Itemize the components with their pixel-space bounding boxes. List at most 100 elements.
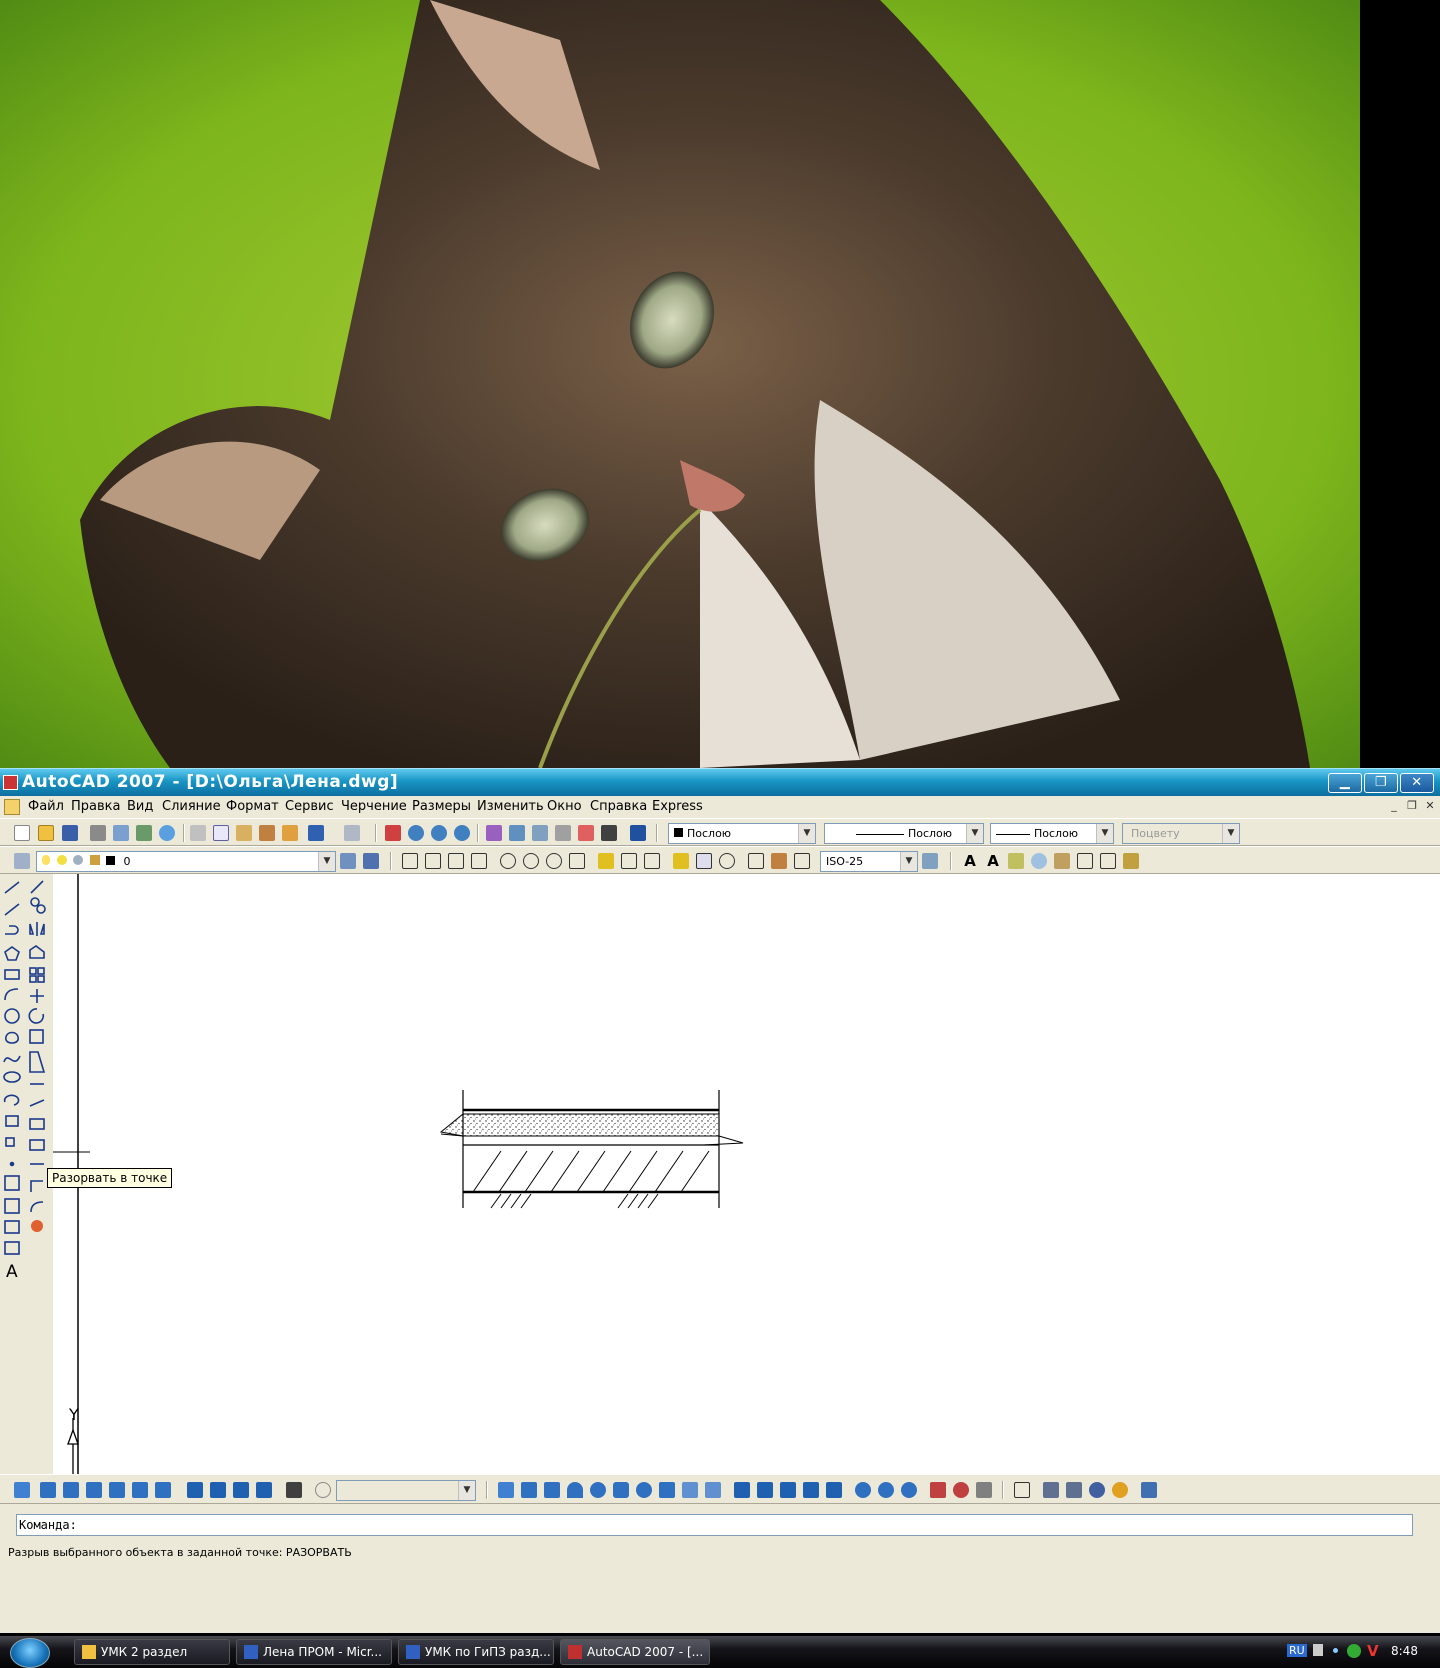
top-view-icon[interactable] bbox=[40, 1482, 56, 1498]
section-drawing[interactable] bbox=[439, 1090, 744, 1209]
task-autocad[interactable]: AutoCAD 2007 - [... bbox=[560, 1639, 710, 1665]
task-umk-gipz[interactable]: УМК по ГиПЗ разд... bbox=[398, 1639, 554, 1665]
block-editor-icon[interactable] bbox=[282, 825, 298, 841]
properties-icon[interactable] bbox=[486, 825, 502, 841]
quick-leader-icon[interactable] bbox=[673, 853, 689, 869]
zoom-window-icon[interactable] bbox=[431, 825, 447, 841]
union-icon[interactable] bbox=[855, 1482, 871, 1498]
color-select[interactable]: Послою ▼ bbox=[668, 823, 816, 844]
dimstyle-select[interactable]: ISO-25 ▼ bbox=[820, 851, 918, 872]
close-button[interactable]: ✕ bbox=[1400, 773, 1434, 793]
plot-icon[interactable] bbox=[90, 825, 106, 841]
layer-previous-icon[interactable] bbox=[363, 853, 379, 869]
menu-file[interactable]: Файл bbox=[28, 796, 64, 818]
conceptual-icon[interactable] bbox=[1112, 1482, 1128, 1498]
aligned-dimension-icon[interactable] bbox=[425, 853, 441, 869]
edit-text-icon[interactable] bbox=[1008, 853, 1024, 869]
antivirus-icon[interactable] bbox=[1347, 1644, 1361, 1658]
text-style-icon[interactable] bbox=[1054, 853, 1070, 869]
cylinder-icon[interactable] bbox=[613, 1482, 629, 1498]
sweep-icon[interactable] bbox=[780, 1482, 796, 1498]
ucs-icon-button[interactable] bbox=[1014, 1482, 1030, 1498]
new-icon[interactable] bbox=[14, 825, 30, 841]
clock[interactable]: 8:48 bbox=[1391, 1644, 1418, 1658]
left-view-icon[interactable] bbox=[86, 1482, 102, 1498]
zoom-previous-icon[interactable] bbox=[454, 825, 470, 841]
network-icon[interactable] bbox=[1313, 1644, 1323, 1656]
menu-window[interactable]: Окно bbox=[547, 796, 582, 818]
sphere-icon[interactable] bbox=[590, 1482, 606, 1498]
task-lena-word[interactable]: Лена ПРОМ - Micr... bbox=[236, 1639, 392, 1665]
document-icon[interactable] bbox=[4, 799, 20, 815]
match-properties-icon[interactable] bbox=[259, 825, 275, 841]
planar-surface-icon[interactable] bbox=[705, 1482, 721, 1498]
intersect-icon[interactable] bbox=[901, 1482, 917, 1498]
single-line-text-icon[interactable]: A bbox=[985, 853, 1001, 869]
minimize-button[interactable]: ▁ bbox=[1328, 773, 1362, 793]
redo-icon[interactable] bbox=[344, 825, 360, 841]
copy-icon[interactable] bbox=[213, 825, 229, 841]
lineweight-select[interactable]: Послою ▼ bbox=[990, 823, 1114, 844]
box-icon[interactable] bbox=[521, 1482, 537, 1498]
scale-text-icon[interactable] bbox=[1077, 853, 1093, 869]
etransmit-icon[interactable] bbox=[159, 825, 175, 841]
presspull-icon[interactable] bbox=[757, 1482, 773, 1498]
tray-dot-icon[interactable] bbox=[1333, 1648, 1338, 1653]
dimension-edit-icon[interactable] bbox=[748, 853, 764, 869]
doc-close-icon[interactable]: ✕ bbox=[1422, 799, 1438, 814]
3d-move-icon[interactable] bbox=[930, 1482, 946, 1498]
justify-text-icon[interactable] bbox=[1100, 853, 1116, 869]
make-current-layer-icon[interactable] bbox=[340, 853, 356, 869]
dimension-style-icon[interactable] bbox=[922, 853, 938, 869]
torus-icon[interactable] bbox=[636, 1482, 652, 1498]
linetype-select[interactable]: Послою ▼ bbox=[824, 823, 984, 844]
command-input[interactable]: Команда: bbox=[16, 1514, 1413, 1536]
layer-select[interactable]: 0 ▼ bbox=[36, 851, 336, 872]
front-view-icon[interactable] bbox=[132, 1482, 148, 1498]
undo-icon[interactable] bbox=[308, 825, 324, 841]
tolerance-icon[interactable] bbox=[696, 853, 712, 869]
menu-format[interactable]: Формат bbox=[226, 796, 279, 818]
zoom-realtime-icon[interactable] bbox=[408, 825, 424, 841]
helix-icon[interactable] bbox=[682, 1482, 698, 1498]
pan-icon[interactable] bbox=[385, 825, 401, 841]
language-indicator[interactable]: RU bbox=[1287, 1644, 1307, 1657]
menu-tools[interactable]: Сервис bbox=[285, 796, 334, 818]
quick-dimension-icon[interactable] bbox=[598, 853, 614, 869]
menu-dimension[interactable]: Размеры bbox=[412, 796, 471, 818]
restore-button[interactable]: ❐ bbox=[1364, 773, 1398, 793]
tool-palettes-icon[interactable] bbox=[532, 825, 548, 841]
markup-icon[interactable] bbox=[578, 825, 594, 841]
paste-icon[interactable] bbox=[236, 825, 252, 841]
security-icon[interactable]: V bbox=[1367, 1642, 1379, 1660]
calculator-icon[interactable] bbox=[601, 825, 617, 841]
menu-modify[interactable]: Изменить bbox=[477, 796, 544, 818]
menu-express[interactable]: Express bbox=[652, 796, 703, 818]
nw-iso-icon[interactable] bbox=[256, 1482, 272, 1498]
radius-dimension-icon[interactable] bbox=[500, 853, 516, 869]
2d-wireframe-icon[interactable] bbox=[1043, 1482, 1059, 1498]
menu-merge[interactable]: Слияние bbox=[162, 796, 221, 818]
3d-align-icon[interactable] bbox=[976, 1482, 992, 1498]
visual-styles-manager-icon[interactable] bbox=[1141, 1482, 1157, 1498]
find-replace-icon[interactable] bbox=[1031, 853, 1047, 869]
se-iso-icon[interactable] bbox=[210, 1482, 226, 1498]
linear-dimension-icon[interactable] bbox=[402, 853, 418, 869]
subtract-icon[interactable] bbox=[878, 1482, 894, 1498]
ne-iso-icon[interactable] bbox=[233, 1482, 249, 1498]
open-icon[interactable] bbox=[38, 825, 54, 841]
wedge-icon[interactable] bbox=[544, 1482, 560, 1498]
sw-iso-icon[interactable] bbox=[187, 1482, 203, 1498]
multiline-text-icon[interactable]: A bbox=[962, 853, 978, 869]
sheet-set-icon[interactable] bbox=[555, 825, 571, 841]
3d-wireframe-icon[interactable] bbox=[1066, 1482, 1082, 1498]
revolve-icon[interactable] bbox=[803, 1482, 819, 1498]
doc-minimize-icon[interactable]: _ bbox=[1386, 799, 1402, 814]
diameter-dimension-icon[interactable] bbox=[546, 853, 562, 869]
menu-view[interactable]: Вид bbox=[127, 796, 153, 818]
menu-help[interactable]: Справка bbox=[590, 796, 647, 818]
dimension-text-edit-icon[interactable] bbox=[771, 853, 787, 869]
extrude-icon[interactable] bbox=[734, 1482, 750, 1498]
continue-dimension-icon[interactable] bbox=[644, 853, 660, 869]
publish-icon[interactable] bbox=[136, 825, 152, 841]
